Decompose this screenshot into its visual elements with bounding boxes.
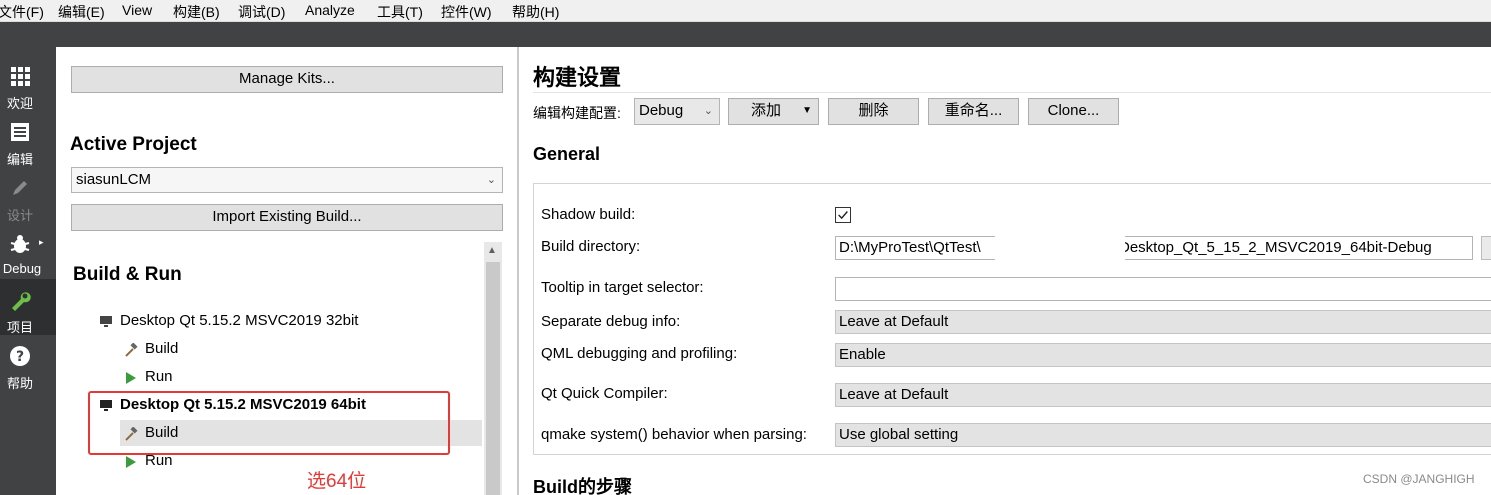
redaction-mask xyxy=(995,236,1125,260)
chevron-down-icon: ⌄ xyxy=(486,174,496,186)
separate-debug-label: Separate debug info: xyxy=(541,313,681,330)
mode-label: 项目 xyxy=(6,320,33,335)
rename-config-button[interactable]: 重命名... xyxy=(928,98,1019,125)
build-directory-label: Build directory: xyxy=(541,238,641,255)
kit-32bit-run[interactable]: Run xyxy=(120,364,482,390)
chevron-down-icon: ⌄ xyxy=(703,105,713,117)
menu-edit[interactable]: 编辑(E) xyxy=(58,2,105,22)
import-build-button[interactable]: Import Existing Build... xyxy=(71,204,503,231)
edit-config-label: 编辑构建配置: xyxy=(533,105,621,121)
divider xyxy=(533,92,1491,93)
watermark: CSDN @JANGHIGH xyxy=(1363,472,1475,486)
mode-help[interactable]: ? 帮助 xyxy=(0,335,56,391)
hammer-icon xyxy=(125,343,138,357)
title-strip xyxy=(0,22,1491,47)
browse-button[interactable] xyxy=(1481,236,1491,260)
mode-projects[interactable]: 项目 xyxy=(0,279,56,335)
menu-file[interactable]: 文件(F) xyxy=(0,2,44,22)
separate-debug-combo[interactable]: Leave at Default xyxy=(835,310,1491,334)
menu-view[interactable]: View xyxy=(122,2,152,18)
bug-icon xyxy=(10,235,30,253)
svg-text:?: ? xyxy=(16,349,24,365)
qml-debug-label: QML debugging and profiling: xyxy=(541,345,738,362)
tooltip-input[interactable] xyxy=(835,277,1491,301)
shadow-build-checkbox[interactable] xyxy=(835,207,851,223)
dropdown-arrow-icon: ▼ xyxy=(802,105,812,116)
mode-label: 帮助 xyxy=(6,376,33,391)
mode-bar: 欢迎 编辑 设计 ▸ Debug 项目 ? 帮助 xyxy=(0,47,56,495)
question-icon: ? xyxy=(10,346,30,366)
mode-label: Debug xyxy=(2,261,42,276)
build-directory-input[interactable]: D:\MyProTest\QtTest\ Desktop_Qt_5_15_2_M… xyxy=(835,236,1473,260)
menu-analyze[interactable]: Analyze xyxy=(305,2,355,18)
menu-help[interactable]: 帮助(H) xyxy=(512,2,559,22)
grid-icon xyxy=(11,67,30,86)
menu-controls[interactable]: 控件(W) xyxy=(441,2,492,22)
menu-build[interactable]: 构建(B) xyxy=(173,2,220,22)
run-triangle-icon xyxy=(126,456,136,468)
manage-kits-button[interactable]: Manage Kits... xyxy=(71,66,503,93)
build-steps-title: Build的步骤 xyxy=(533,477,632,495)
active-project-title: Active Project xyxy=(70,134,197,155)
add-config-label: 添加 xyxy=(751,102,782,119)
tooltip-label: Tooltip in target selector: xyxy=(541,279,704,296)
qml-debug-combo[interactable]: Enable xyxy=(835,343,1491,367)
kit-32bit-build[interactable]: Build xyxy=(120,336,482,362)
menu-tools[interactable]: 工具(T) xyxy=(377,2,423,22)
qmake-behavior-label: qmake system() behavior when parsing: xyxy=(541,426,807,443)
mode-label: 设计 xyxy=(6,208,33,223)
page-title: 构建设置 xyxy=(533,65,622,90)
mode-label: 编辑 xyxy=(6,152,33,167)
wrench-icon xyxy=(12,292,31,311)
annotation-highlight-box xyxy=(88,391,450,455)
annotation-text: 选64位 xyxy=(307,471,367,492)
shadow-build-label: Shadow build: xyxy=(541,206,636,223)
menu-bar: 文件(F) 编辑(E) View 构建(B) 调试(D) Analyze 工具(… xyxy=(0,0,1491,22)
general-title: General xyxy=(533,144,601,164)
mode-label: 欢迎 xyxy=(6,96,33,111)
quick-compiler-combo[interactable]: Leave at Default xyxy=(835,383,1491,407)
build-config-value: Debug xyxy=(639,102,684,119)
checkmark-icon xyxy=(838,211,848,220)
mode-edit[interactable]: 编辑 xyxy=(0,111,56,167)
mode-design[interactable]: 设计 xyxy=(0,167,56,223)
project-combo-value: siasunLCM xyxy=(76,171,152,188)
kit-32bit[interactable]: Desktop Qt 5.15.2 MSVC2019 32bit xyxy=(96,308,482,334)
monitor-icon xyxy=(100,316,112,327)
build-directory-value-right: Desktop_Qt_5_15_2_MSVC2019_64bit-Debug xyxy=(1119,239,1432,256)
build-run-title: Build & Run xyxy=(73,264,182,285)
build-config-combo[interactable]: Debug ⌄ xyxy=(634,98,720,125)
run-label: Run xyxy=(145,368,173,385)
scroll-up-arrow-icon[interactable]: ▲ xyxy=(487,245,497,256)
run-triangle-icon xyxy=(126,372,136,384)
expand-arrow-icon: ▸ xyxy=(39,237,44,247)
project-combo[interactable]: siasunLCM ⌄ xyxy=(71,167,503,193)
add-config-button[interactable]: 添加 ▼ xyxy=(728,98,819,125)
build-directory-value-left: D:\MyProTest\QtTest\ xyxy=(839,239,981,256)
quick-compiler-label: Qt Quick Compiler: xyxy=(541,385,668,402)
document-icon xyxy=(11,123,29,141)
delete-config-button[interactable]: 删除 xyxy=(828,98,919,125)
clone-config-button[interactable]: Clone... xyxy=(1028,98,1119,125)
mode-welcome[interactable]: 欢迎 xyxy=(0,55,56,111)
scrollbar-thumb[interactable] xyxy=(486,262,500,495)
menu-debug[interactable]: 调试(D) xyxy=(238,2,285,22)
kit-name: Desktop Qt 5.15.2 MSVC2019 32bit xyxy=(120,312,359,329)
mode-debug[interactable]: ▸ Debug xyxy=(0,223,56,279)
build-label: Build xyxy=(145,340,179,357)
qmake-behavior-combo[interactable]: Use global setting xyxy=(835,423,1491,447)
pencil-icon xyxy=(13,181,27,195)
